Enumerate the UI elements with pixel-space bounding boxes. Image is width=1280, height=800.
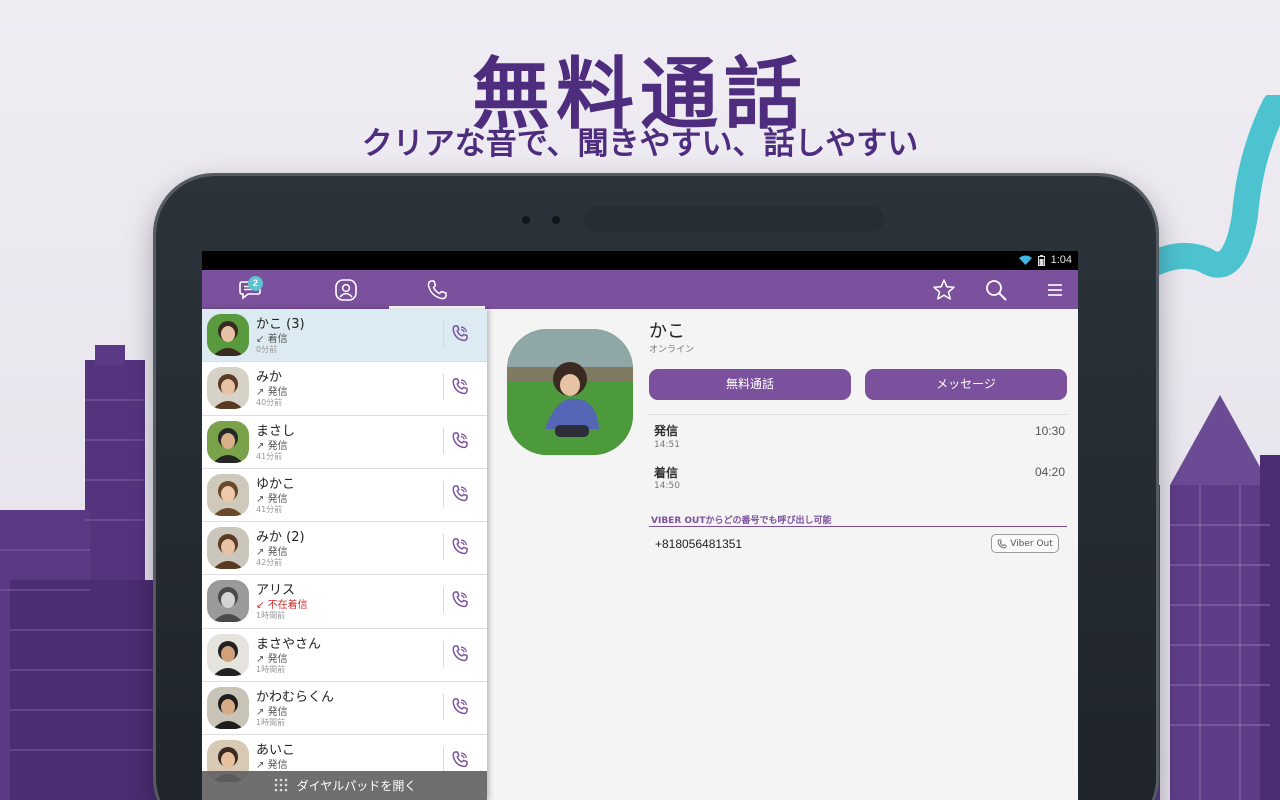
call-type: ↗ 発信 <box>256 490 288 505</box>
search-icon <box>986 279 1007 301</box>
call-row[interactable]: まさし ↗ 発信 41分前 <box>202 416 487 469</box>
call-row[interactable]: みか (2) ↗ 発信 42分前 <box>202 522 487 576</box>
city-skyline-left <box>0 345 175 800</box>
divider <box>443 480 444 507</box>
favorites-button[interactable] <box>924 270 964 309</box>
contact-detail-pane: かこ オンライン 無料通話 メッセージ 発信 14:51 10:30 着信 14… <box>487 309 1078 800</box>
call-time: 41分前 <box>256 451 283 461</box>
history-time: 14:51 <box>654 440 680 450</box>
avatar <box>207 580 249 623</box>
divider <box>649 414 1067 415</box>
viber-call-icon[interactable] <box>449 589 471 611</box>
dialpad-icon <box>274 778 287 791</box>
divider <box>443 427 444 454</box>
viber-call-icon[interactable] <box>449 643 471 665</box>
viber-out-divider <box>649 526 1067 527</box>
history-duration: 10:30 <box>1034 424 1065 438</box>
divider <box>443 640 444 667</box>
viber-call-icon[interactable] <box>449 483 471 505</box>
tab-contacts[interactable] <box>298 270 394 309</box>
battery-icon <box>1037 254 1045 266</box>
avatar <box>207 367 249 410</box>
call-type: ↗ 発信 <box>256 543 288 558</box>
contacts-icon <box>335 278 357 301</box>
call-type: ↗ 発信 <box>256 437 288 452</box>
divider <box>443 694 444 721</box>
app-screen: 1:04 2 かこ (3) ↙ 着信 0分前 みか ↗ 発信 40分前 まさし … <box>202 251 1078 800</box>
dialpad-label: ダイヤルパッドを開く <box>296 779 417 793</box>
call-time: 1時間前 <box>256 611 286 621</box>
viber-out-button[interactable]: Viber Out <box>991 534 1059 553</box>
call-type: ↙ 不在着信 <box>256 596 308 611</box>
tab-chats[interactable]: 2 <box>202 270 298 309</box>
recent-calls-list: かこ (3) ↙ 着信 0分前 みか ↗ 発信 40分前 まさし ↗ 発信 41分前 ゆかこ ↗ 発… <box>202 309 487 800</box>
unread-badge: 2 <box>248 276 263 291</box>
avatar <box>207 420 249 463</box>
phone-icon <box>427 279 447 299</box>
contact-status: オンライン <box>649 345 695 355</box>
divider <box>443 374 444 401</box>
avatar <box>207 527 249 570</box>
history-time: 14:50 <box>654 481 680 491</box>
call-row[interactable]: みか ↗ 発信 40分前 <box>202 362 487 416</box>
camera-dot <box>552 216 560 224</box>
history-duration: 04:20 <box>1034 465 1065 479</box>
avatar <box>207 633 249 676</box>
message-button[interactable]: メッセージ <box>865 369 1067 400</box>
tab-calls[interactable] <box>389 270 485 309</box>
menu-icon <box>1048 283 1062 296</box>
divider <box>443 321 444 347</box>
promo-subheadline: クリアな音で、聞きやすい、話しやすい <box>361 126 919 162</box>
avatar <box>207 473 249 516</box>
call-time: 41分前 <box>256 504 283 514</box>
wifi-icon <box>1018 255 1032 265</box>
divider <box>443 534 444 561</box>
call-row[interactable]: アリス ↙ 不在着信 1時間前 <box>202 575 487 629</box>
viber-call-icon[interactable] <box>449 430 471 452</box>
call-time: 42分前 <box>256 558 283 568</box>
speaker-grille <box>584 206 884 232</box>
contact-name: かこ <box>649 321 685 342</box>
call-direction-icon: ↗ <box>256 760 265 772</box>
call-time: 1時間前 <box>256 664 286 674</box>
status-bar: 1:04 <box>202 251 1078 270</box>
call-row[interactable]: ゆかこ ↗ 発信 41分前 <box>202 469 487 523</box>
viber-call-icon[interactable] <box>449 376 471 398</box>
camera-dot <box>522 216 530 224</box>
viber-out-header: VIBER OUTからどの番号でも呼び出し可能 <box>651 516 832 526</box>
history-type: 発信 <box>654 424 679 438</box>
clock: 1:04 <box>1050 254 1072 266</box>
divider <box>443 747 444 774</box>
call-type: ↗ 発信 <box>256 703 288 718</box>
viber-call-icon[interactable] <box>449 323 471 345</box>
contact-photo <box>507 329 633 455</box>
star-icon <box>933 278 955 300</box>
divider <box>443 587 444 614</box>
call-type-label: 発信 <box>267 760 288 772</box>
call-time: 40分前 <box>256 398 283 408</box>
call-type: ↙ 着信 <box>256 330 288 345</box>
viber-out-label: Viber Out <box>1010 538 1053 549</box>
call-time: 1時間前 <box>256 718 286 728</box>
call-row[interactable]: かわむらくん ↗ 発信 1時間前 <box>202 682 487 736</box>
call-type: ↗ 発信 <box>256 383 288 398</box>
viber-call-icon[interactable] <box>449 696 471 718</box>
menu-button[interactable] <box>1035 270 1075 309</box>
call-row[interactable]: かこ (3) ↙ 着信 0分前 <box>202 309 487 363</box>
call-type: ↗ 発信 <box>256 650 288 665</box>
viber-out-phone-icon <box>997 539 1007 548</box>
phone-number: +818056481351 <box>655 537 743 551</box>
history-type: 着信 <box>654 466 679 480</box>
call-time: 0分前 <box>256 345 278 354</box>
call-type: ↗ 発信 <box>256 756 288 771</box>
viber-call-icon[interactable] <box>449 749 471 771</box>
call-row[interactable]: まさやさん ↗ 発信 1時間前 <box>202 629 487 683</box>
open-dialpad-button[interactable]: ダイヤルパッドを開く <box>202 771 487 800</box>
free-call-button[interactable]: 無料通話 <box>649 369 851 400</box>
viber-call-icon[interactable] <box>449 536 471 558</box>
search-button[interactable] <box>976 270 1016 309</box>
avatar <box>207 314 249 356</box>
avatar <box>207 687 249 730</box>
app-bar: 2 <box>202 270 1078 309</box>
